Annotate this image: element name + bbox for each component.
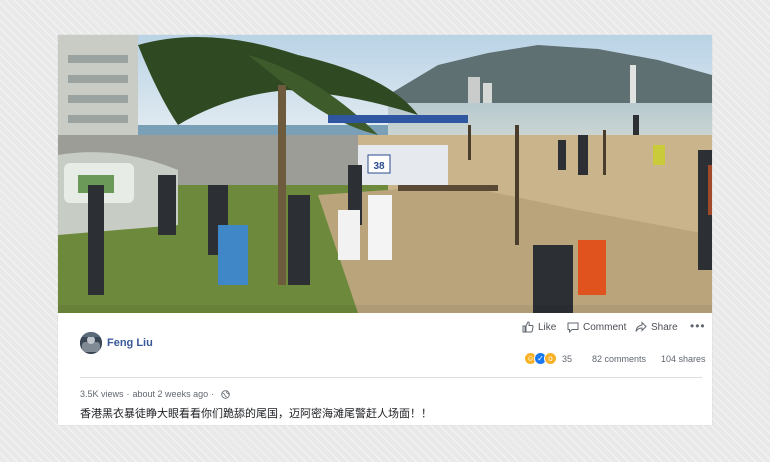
video-player[interactable]: 38 [58, 35, 712, 313]
comment-label: Comment [583, 321, 627, 333]
shares-count[interactable]: 104 shares [661, 354, 706, 364]
author-name[interactable]: Feng Liu [107, 337, 153, 349]
avatar-photo [80, 332, 102, 354]
globe-icon [221, 389, 230, 399]
lifeguard-sign-number: 38 [373, 161, 385, 172]
thumbs-up-icon [522, 321, 534, 333]
share-arrow-icon [635, 321, 647, 332]
wow-icon: o [544, 352, 557, 365]
like-label: Like [538, 321, 557, 333]
video-frame: 38 [58, 35, 712, 313]
share-button[interactable]: Share [635, 321, 678, 333]
comments-count[interactable]: 82 comments [592, 354, 646, 364]
views-count: 3.5K views [80, 389, 124, 399]
avatar[interactable] [80, 332, 102, 354]
reactions-summary[interactable]: ☺ ✓ o 35 [524, 352, 572, 365]
like-button[interactable]: Like [522, 321, 556, 333]
post-caption: 香港黑衣暴徒睁大眼看看你们跪舔的尾国，迈阿密海滩尾警赶人场面！！ [80, 408, 432, 420]
reactions-count: 35 [562, 353, 573, 364]
share-label: Share [651, 321, 678, 333]
meta-separator: · [126, 389, 130, 399]
post-meta: 3.5K views · about 2 weeks ago · [80, 389, 230, 399]
post-time[interactable]: about 2 weeks ago [133, 389, 209, 399]
more-options-icon[interactable]: ••• [690, 319, 706, 333]
meta-separator: · [211, 389, 215, 399]
divider [80, 377, 702, 378]
speech-bubble-icon [567, 322, 579, 333]
post-card: 38 Feng Liu Like Comment Share ••• ☺ ✓ o… [58, 35, 712, 425]
comment-button[interactable]: Comment [567, 321, 626, 333]
